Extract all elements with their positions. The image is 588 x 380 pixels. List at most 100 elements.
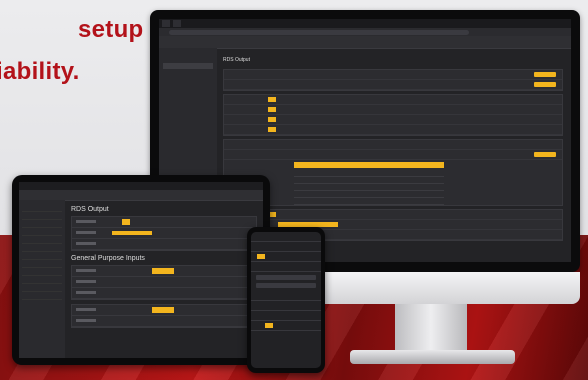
settings-row bbox=[224, 105, 562, 115]
tablet-status-bar bbox=[19, 182, 263, 190]
tablet-row bbox=[72, 217, 256, 228]
apply-button[interactable] bbox=[534, 82, 556, 87]
phone-row bbox=[251, 321, 321, 331]
phone-row bbox=[251, 301, 321, 311]
sidebar-item[interactable] bbox=[22, 260, 62, 268]
action-button[interactable] bbox=[152, 307, 174, 313]
apply-button[interactable] bbox=[534, 152, 556, 157]
headline-line-1: setup bbox=[78, 16, 144, 43]
settings-panel bbox=[223, 139, 563, 206]
phone-input[interactable] bbox=[256, 275, 316, 280]
browser-tab[interactable] bbox=[173, 20, 181, 27]
settings-panel bbox=[223, 69, 563, 91]
browser-tab[interactable] bbox=[162, 20, 170, 27]
settings-row bbox=[224, 95, 562, 105]
tablet-section-title: RDS Output bbox=[71, 206, 109, 213]
row-label bbox=[76, 269, 96, 272]
toggle-button[interactable] bbox=[268, 117, 276, 122]
settings-row bbox=[224, 70, 562, 80]
sidebar-item[interactable] bbox=[22, 212, 62, 220]
row-label bbox=[76, 291, 96, 294]
phone-row bbox=[251, 252, 321, 262]
tablet-sidebar bbox=[19, 200, 65, 358]
toggle-button[interactable] bbox=[257, 254, 265, 259]
sidebar-item[interactable] bbox=[163, 94, 213, 101]
sidebar-item[interactable] bbox=[22, 220, 62, 228]
list-item[interactable] bbox=[294, 191, 444, 198]
browser-tab-bar bbox=[159, 19, 571, 28]
tablet-row bbox=[72, 305, 256, 316]
sidebar-item[interactable] bbox=[163, 122, 213, 129]
tablet-row bbox=[72, 228, 256, 239]
sidebar-item[interactable] bbox=[163, 108, 213, 115]
tablet-section-title-2: General Purpose Inputs bbox=[71, 255, 145, 262]
address-bar bbox=[159, 28, 571, 36]
sidebar-item[interactable] bbox=[22, 228, 62, 236]
phone-row bbox=[251, 291, 321, 301]
tablet-row bbox=[72, 239, 256, 250]
sidebar-item[interactable] bbox=[22, 276, 62, 284]
list-item[interactable] bbox=[294, 198, 444, 205]
tablet-panel bbox=[71, 216, 257, 251]
phone-screen bbox=[251, 232, 321, 368]
settings-panel bbox=[223, 94, 563, 136]
sidebar-item[interactable] bbox=[163, 80, 213, 87]
app-title-bar bbox=[159, 36, 571, 49]
row-label bbox=[76, 220, 96, 223]
sidebar-item[interactable] bbox=[22, 252, 62, 260]
sidebar-item[interactable] bbox=[163, 73, 213, 80]
action-bar[interactable] bbox=[294, 162, 444, 168]
apply-button[interactable] bbox=[265, 323, 273, 328]
sidebar-item[interactable] bbox=[22, 268, 62, 276]
phone-row bbox=[251, 262, 321, 272]
monitor-stand-neck bbox=[395, 304, 467, 354]
toggle-button[interactable] bbox=[268, 107, 276, 112]
monitor-stand-base bbox=[350, 350, 515, 364]
tablet-row bbox=[72, 266, 256, 277]
row-label bbox=[76, 242, 96, 245]
sidebar-item[interactable] bbox=[163, 54, 213, 61]
sidebar-item[interactable] bbox=[22, 236, 62, 244]
sidebar-item[interactable] bbox=[22, 292, 62, 300]
tablet-panel bbox=[71, 265, 257, 300]
tablet-row bbox=[72, 277, 256, 288]
toggle-button[interactable] bbox=[268, 127, 276, 132]
sidebar-item[interactable] bbox=[163, 136, 213, 143]
settings-row bbox=[224, 125, 562, 135]
apply-button[interactable] bbox=[534, 72, 556, 77]
phone-row bbox=[251, 311, 321, 321]
list-item[interactable] bbox=[294, 177, 444, 184]
url-field[interactable] bbox=[169, 29, 469, 35]
row-label bbox=[76, 231, 96, 234]
smartphone bbox=[247, 227, 325, 373]
action-button[interactable] bbox=[152, 268, 174, 274]
sidebar-item[interactable] bbox=[163, 129, 213, 136]
list-item[interactable] bbox=[294, 184, 444, 191]
sidebar-item[interactable] bbox=[22, 204, 62, 212]
tablet-panel bbox=[71, 304, 257, 328]
section-title: RDS Output bbox=[223, 57, 250, 63]
row-label bbox=[76, 280, 96, 283]
list-item[interactable] bbox=[294, 170, 444, 177]
settings-row bbox=[224, 115, 562, 125]
row-label bbox=[76, 308, 96, 311]
settings-row bbox=[224, 150, 562, 160]
settings-row bbox=[224, 210, 562, 220]
phone-input[interactable] bbox=[256, 283, 316, 288]
sidebar-item[interactable] bbox=[163, 115, 213, 122]
settings-row bbox=[224, 140, 562, 150]
tablet: RDS Output General Purpose Inputs bbox=[12, 175, 270, 365]
tablet-screen: RDS Output General Purpose Inputs bbox=[19, 182, 263, 358]
toggle-button[interactable] bbox=[122, 219, 130, 225]
toggle-button[interactable] bbox=[268, 97, 276, 102]
sidebar-select[interactable] bbox=[163, 63, 213, 69]
sidebar-item[interactable] bbox=[22, 284, 62, 292]
sidebar-item[interactable] bbox=[22, 244, 62, 252]
level-bar bbox=[112, 231, 152, 235]
tablet-row bbox=[72, 316, 256, 327]
sidebar-item[interactable] bbox=[163, 87, 213, 94]
tablet-row bbox=[72, 288, 256, 299]
sidebar-item[interactable] bbox=[163, 101, 213, 108]
row-label bbox=[76, 319, 96, 322]
option-list bbox=[224, 170, 562, 205]
